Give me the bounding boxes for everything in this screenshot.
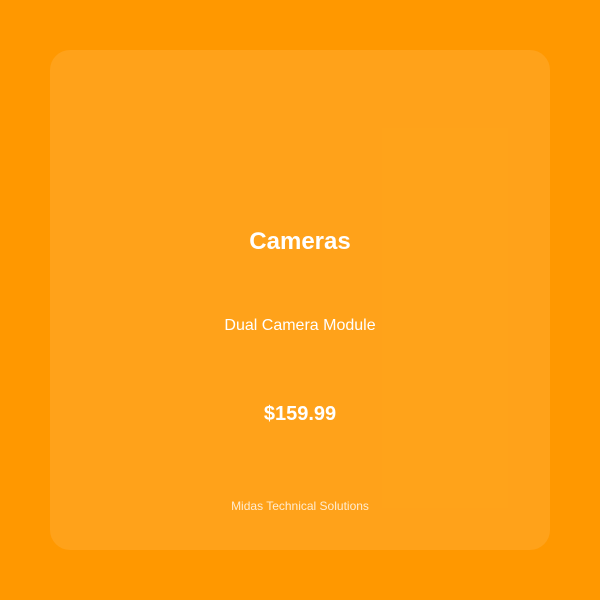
company-name: Midas Technical Solutions [231, 499, 369, 513]
product-price: $159.99 [263, 403, 337, 425]
product-name: Dual Camera Module [224, 317, 376, 334]
category-title: Cameras [249, 228, 351, 255]
product-card: Cameras Dual Camera Module $159.99 Midas… [50, 50, 550, 550]
